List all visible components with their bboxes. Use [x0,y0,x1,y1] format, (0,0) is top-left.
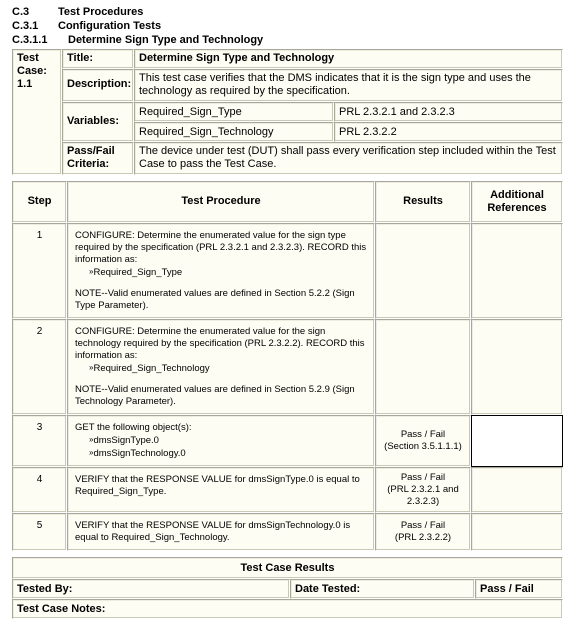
description-value: This test case verifies that the DMS ind… [134,68,563,102]
passfail-criteria-value: The device under test (DUT) shall pass e… [134,141,563,175]
step-procedure: GET the following object(s): »dmsSignTyp… [67,414,375,467]
column-header-test-procedure: Test Procedure [67,180,375,223]
test-case-notes-field[interactable]: Test Case Notes: [12,598,563,619]
step-procedure: CONFIGURE: Determine the enumerated valu… [67,222,375,319]
step-additional-references[interactable] [471,318,563,415]
procedure-main-text: VERIFY that the RESPONSE VALUE for dmsSi… [75,473,360,497]
test-case-results-title: Test Case Results [12,556,563,579]
procedure-list-item-text: dmsSignType.0 [93,434,159,446]
table-row: 5 VERIFY that the RESPONSE VALUE for dms… [12,512,563,551]
summary-row-passfail: Pass/Fail Criteria: The device under tes… [12,141,563,175]
heading-c31-number: C.3.1 [12,20,39,32]
results-fields-row: Tested By: Date Tested: Pass / Fail [12,578,563,599]
variables-table: Required_Sign_Type PRL 2.3.2.1 and 2.3.2… [134,101,563,142]
test-case-id-cell: Test Case: 1.1 [12,49,62,175]
table-row: 3 GET the following object(s): »dmsSignT… [12,414,563,467]
procedure-list-item-text: Required_Sign_Technology [93,362,210,374]
summary-row-variables: Variables: Required_Sign_Type PRL 2.3.2.… [12,101,563,142]
heading-c311-text: Determine Sign Type and Technology [68,34,264,46]
step-number: 4 [12,466,67,513]
column-header-step: Step [12,180,67,223]
variable-row: Required_Sign_Type PRL 2.3.2.1 and 2.3.2… [134,101,563,122]
results-passfail-field[interactable]: Pass / Fail [475,578,563,599]
heading-c3-number: C.3 [12,6,30,18]
variable-row: Required_Sign_Technology PRL 2.3.2.2 [134,121,563,142]
step-results: Pass / Fail (PRL 2.3.2.2) [375,512,471,551]
step-procedure: VERIFY that the RESPONSE VALUE for dmsSi… [67,512,375,551]
heading-c3-text: Test Procedures [58,6,144,18]
procedure-list-item-text: Required_Sign_Type [93,266,183,278]
variable-reference: PRL 2.3.2.1 and 2.3.2.3 [334,101,563,122]
heading-c311: C.3.1.1 Determine Sign Type and Technolo… [12,33,565,47]
table-header-row: Step Test Procedure Results Additional R… [12,180,563,223]
summary-row-title: Test Case: 1.1 Title: Determine Sign Typ… [12,49,563,175]
title-label: Title: [62,49,134,69]
step-results: Pass / Fail (Section 3.5.1.1.1) [375,414,471,467]
procedure-list-item-text: dmsSignTechnology.0 [93,447,186,459]
table-row: 2 CONFIGURE: Determine the enumerated va… [12,318,563,415]
date-tested-field[interactable]: Date Tested: [290,578,475,599]
column-header-results: Results [375,180,471,223]
variable-name: Required_Sign_Technology [134,121,334,142]
table-row: 1 CONFIGURE: Determine the enumerated va… [12,222,563,319]
test-case-summary-table: Test Case: 1.1 Title: Determine Sign Typ… [12,49,563,175]
description-label: Description: [62,68,134,102]
passfail-criteria-label: Pass/Fail Criteria: [62,141,134,175]
step-additional-references[interactable] [471,222,563,319]
procedure-list-item: »dmsSignType.0 [75,434,368,447]
procedure-main-text: VERIFY that the RESPONSE VALUE for dmsSi… [75,519,351,543]
summary-row-description: Description: This test case verifies tha… [12,68,563,102]
results-verdict: Pass / Fail [400,428,446,440]
tested-by-field[interactable]: Tested By: [12,578,290,599]
step-additional-references-selected[interactable] [471,414,563,467]
results-notes-row: Test Case Notes: [12,598,563,619]
step-results: Pass / Fail (PRL 2.3.2.1 and 2.3.2.3) [375,466,471,513]
procedure-main-text: GET the following object(s): [75,421,192,433]
heading-c311-number: C.3.1.1 [12,34,48,46]
heading-c3: C.3 Test Procedures [12,5,565,19]
procedure-note-text: NOTE--Valid enumerated values are define… [75,383,355,407]
results-reference: (PRL 2.3.2.1 and 2.3.2.3) [387,483,459,507]
title-value: Determine Sign Type and Technology [134,49,563,69]
results-verdict: Pass / Fail [400,519,446,531]
procedure-note-text: NOTE--Valid enumerated values are define… [75,287,355,311]
results-verdict: Pass / Fail [400,471,446,483]
step-results [375,318,471,415]
step-number: 1 [12,222,67,319]
step-number: 2 [12,318,67,415]
table-row: 4 VERIFY that the RESPONSE VALUE for dms… [12,466,563,513]
step-additional-references[interactable] [471,512,563,551]
section-headings: C.3 Test Procedures C.3.1 Configuration … [0,0,565,49]
variable-name: Required_Sign_Type [134,101,334,122]
variables-cell: Required_Sign_Type PRL 2.3.2.1 and 2.3.2… [134,101,563,142]
procedure-list-item: »Required_Sign_Technology [75,362,368,375]
heading-c31-text: Configuration Tests [58,20,162,32]
results-reference: (Section 3.5.1.1.1) [384,440,462,452]
test-case-label: Test Case: [17,52,47,77]
heading-c31: C.3.1 Configuration Tests [12,19,565,33]
test-procedure-table: Step Test Procedure Results Additional R… [12,180,563,551]
procedure-main-text: CONFIGURE: Determine the enumerated valu… [75,325,365,361]
column-header-additional-references: Additional References [471,180,563,223]
step-results [375,222,471,319]
results-reference: (PRL 2.3.2.2) [394,531,452,543]
document-page: C.3 Test Procedures C.3.1 Configuration … [0,0,565,619]
test-case-results-table: Test Case Results Tested By: Date Tested… [12,556,563,619]
results-title-row: Test Case Results [12,556,563,579]
variables-label: Variables: [62,101,134,142]
procedure-list-item: »dmsSignTechnology.0 [75,447,368,460]
step-procedure: VERIFY that the RESPONSE VALUE for dmsSi… [67,466,375,513]
test-case-number: 1.1 [17,78,33,90]
variable-reference: PRL 2.3.2.2 [334,121,563,142]
step-additional-references[interactable] [471,466,563,513]
procedure-main-text: CONFIGURE: Determine the enumerated valu… [75,229,367,265]
step-number: 5 [12,512,67,551]
procedure-list-item: »Required_Sign_Type [75,266,368,279]
step-number: 3 [12,414,67,467]
step-procedure: CONFIGURE: Determine the enumerated valu… [67,318,375,415]
